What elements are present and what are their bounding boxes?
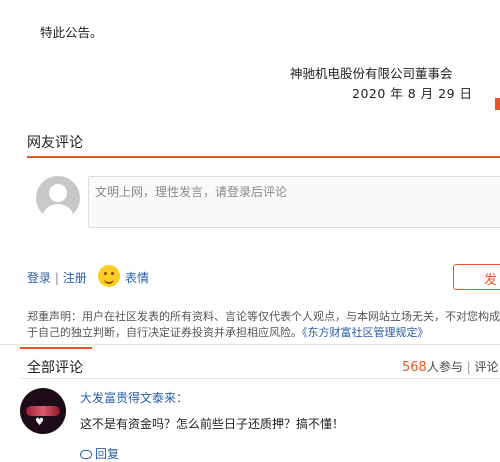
announcement-closing: 特此公告。 <box>40 25 103 40</box>
post-button[interactable]: 发 <box>453 264 500 290</box>
disclaimer-line1: 郑重声明：用户在社区发表的所有资料、言论等仅代表个人观点，与本网站立场无关，不对… <box>27 310 500 323</box>
comment-section-divider <box>27 156 500 158</box>
emoji-icon[interactable] <box>98 265 120 287</box>
participants-count: 568 <box>402 360 427 375</box>
auth-links: 登录 | 注册 <box>27 269 87 286</box>
side-marker <box>495 98 500 110</box>
reply-button[interactable]: 回复 <box>80 445 119 462</box>
comment-text: 这不是有资金吗？怎么前些日子还质押？搞不懂！ <box>80 417 345 431</box>
register-link[interactable]: 注册 <box>63 271 87 285</box>
stats-divider: | <box>462 360 475 374</box>
section-separator <box>0 344 500 345</box>
auth-separator: | <box>51 271 63 285</box>
comment-input[interactable]: 文明上网，理性发言，请登录后评论 <box>88 176 500 228</box>
comment-stats: 568人参与 | 评论 <box>402 356 499 375</box>
commenter-avatar[interactable]: ♥ <box>20 388 66 434</box>
participants-label: 人参与 <box>426 360 463 374</box>
user-avatar <box>36 176 80 220</box>
reply-icon <box>80 450 92 459</box>
announcement-company: 神驰机电股份有限公司董事会 <box>290 66 453 81</box>
disclaimer-text: 于自己的独立判断，自行决定证券投资并承担相应风险。 <box>27 326 302 339</box>
comment-section-title: 网友评论 <box>27 135 83 151</box>
community-rules-link[interactable]: 《东方财富社区管理规定》 <box>302 326 429 339</box>
comments-label: 评论 <box>474 360 499 374</box>
announcement-date: 2020 年 8 月 29 日 <box>352 86 473 101</box>
all-comments-title: 全部评论 <box>27 360 83 376</box>
login-link[interactable]: 登录 <box>27 271 51 285</box>
disclaimer-line2: 于自己的独立判断，自行决定证券投资并承担相应风险。《东方财富社区管理规定》 <box>27 324 500 340</box>
commenter-name[interactable]: 大发富贵得文泰来： <box>80 389 188 406</box>
comment-input-placeholder: 文明上网，理性发言，请登录后评论 <box>95 185 288 199</box>
reply-label: 回复 <box>95 447 120 461</box>
all-comments-tab-indicator <box>20 347 92 349</box>
comments-header-divider <box>20 378 500 379</box>
emoji-label[interactable]: 表情 <box>125 269 149 286</box>
